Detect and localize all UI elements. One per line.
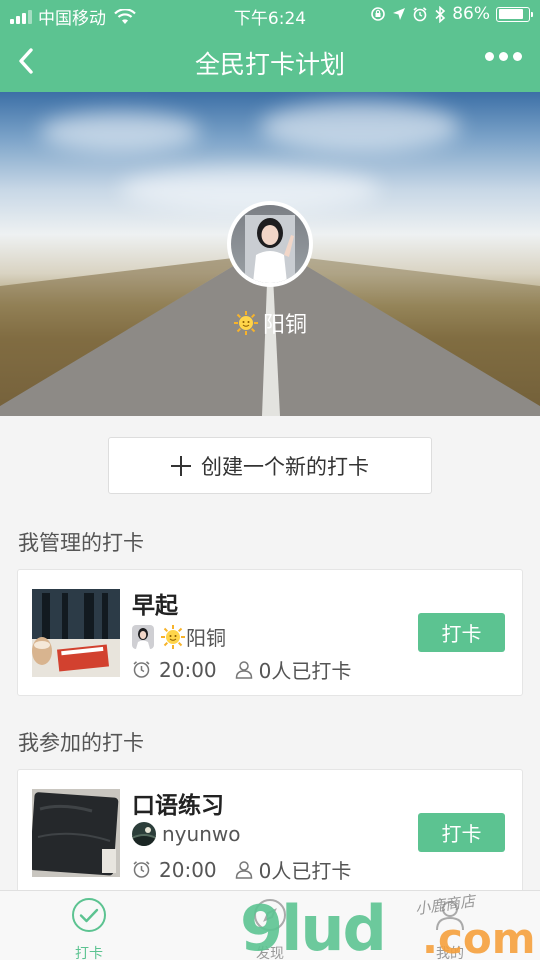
tab-checkin[interactable]: 打卡	[39, 897, 139, 960]
card-time: 20:00	[159, 857, 217, 882]
owner-avatar	[132, 822, 156, 846]
avatar-photo	[231, 205, 309, 283]
rotation-lock-icon	[371, 7, 386, 21]
card-thumbnail	[32, 789, 120, 877]
checkin-button[interactable]: 打卡	[418, 813, 505, 852]
plus-icon	[171, 455, 191, 476]
owner-name: nyunwo	[162, 822, 241, 846]
morning-photo	[32, 589, 120, 677]
alarm-icon	[413, 7, 427, 22]
card-thumbnail	[32, 589, 120, 677]
tab-label: 发现	[256, 946, 284, 960]
clock-icon	[133, 661, 150, 678]
checkin-card[interactable]: 口语练习 nyunwo 20:00 0人已打卡 打卡	[17, 769, 523, 896]
create-checkin-label: 创建一个新的打卡	[201, 454, 369, 479]
owner-name: 阳铜	[186, 626, 226, 650]
managed-section-title: 我管理的打卡	[18, 531, 144, 555]
tab-bar: 打卡 发现 我的	[0, 890, 540, 960]
location-icon	[393, 8, 406, 20]
profile-banner: 阳铜	[0, 92, 540, 416]
bluetooth-icon	[435, 5, 446, 23]
tab-label: 打卡	[75, 946, 103, 960]
card-meta: 20:00 0人已打卡	[132, 655, 351, 684]
cloud	[260, 102, 460, 152]
status-bar: 中国移动 下午6:24 86%	[0, 0, 540, 30]
username-label: 阳铜	[262, 313, 307, 338]
profile-username: 阳铜	[0, 307, 540, 339]
card-title: 早起	[132, 593, 178, 619]
card-count: 0人已打卡	[258, 659, 352, 683]
battery-icon	[496, 6, 533, 22]
card-count: 0人已打卡	[258, 859, 352, 883]
checkin-card[interactable]: 早起 阳铜 20:00 0人已打卡 打卡	[17, 569, 523, 696]
card-owner: 阳铜	[132, 622, 226, 651]
cloud	[40, 112, 200, 152]
discover-icon	[254, 899, 286, 931]
battery-fill	[498, 9, 524, 19]
card-meta: 20:00 0人已打卡	[132, 855, 351, 884]
person-photo	[245, 215, 295, 283]
more-dots-icon[interactable]	[485, 52, 522, 61]
checkin-button[interactable]: 打卡	[418, 613, 505, 652]
page-title: 全民打卡计划	[194, 50, 345, 79]
card-time: 20:00	[159, 657, 217, 682]
sun-emoji-icon	[233, 311, 258, 335]
sun-emoji-icon	[161, 624, 185, 649]
card-owner: nyunwo	[132, 822, 240, 846]
nav-bar: 全民打卡计划	[0, 30, 540, 92]
card-title: 口语练习	[132, 793, 224, 819]
tab-label: 我的	[436, 946, 464, 960]
clock-icon	[133, 861, 150, 878]
notebook-photo	[32, 789, 120, 877]
check-circle-icon	[72, 898, 106, 932]
avatar[interactable]	[227, 201, 313, 287]
tab-mine[interactable]: 我的	[400, 897, 500, 960]
joined-section-title: 我参加的打卡	[18, 731, 144, 755]
person-icon	[235, 661, 252, 679]
create-checkin-button[interactable]: 创建一个新的打卡	[108, 437, 432, 494]
tab-discover[interactable]: 发现	[220, 897, 320, 960]
user-icon	[436, 901, 464, 931]
battery-percent: 86%	[452, 4, 490, 24]
person-icon	[235, 861, 252, 879]
owner-avatar	[132, 624, 154, 649]
status-right: 86%	[370, 4, 533, 24]
